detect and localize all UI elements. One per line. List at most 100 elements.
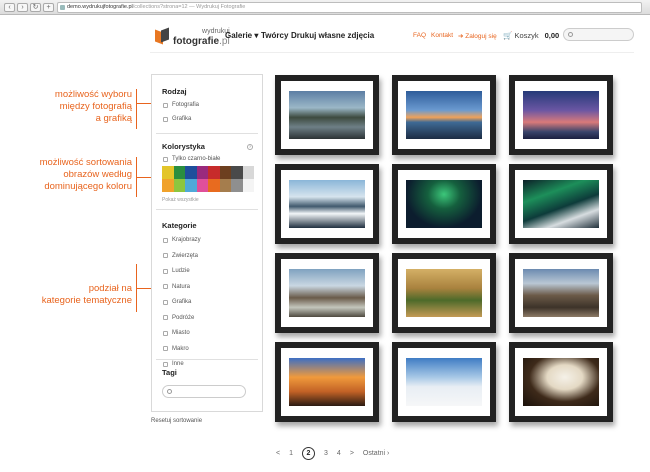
photo-aurora-town[interactable] (406, 180, 482, 228)
category-option[interactable]: Grafika (163, 299, 191, 305)
color-swatch[interactable] (208, 166, 220, 179)
logo-icon (155, 27, 169, 45)
tag-search-input[interactable] (162, 385, 246, 398)
checkbox-icon[interactable] (163, 284, 168, 289)
category-option[interactable]: Krajobrazy (163, 237, 201, 243)
divider (156, 209, 258, 210)
forward-icon[interactable]: › (17, 3, 28, 12)
color-swatch[interactable] (162, 166, 174, 179)
photo-mountain-lake[interactable] (289, 91, 365, 139)
checkbox-icon[interactable] (163, 102, 168, 108)
browser-toolbar: ‹ › ↻ + demo.wydrukujfotografie.pl/colle… (0, 0, 650, 15)
category-option[interactable]: Inne (163, 361, 184, 367)
checkbox-icon[interactable] (163, 253, 168, 258)
address-bar[interactable]: demo.wydrukujfotografie.pl/collections?s… (57, 2, 642, 13)
category-option[interactable]: Makro (163, 346, 189, 352)
next-page-button[interactable]: > (350, 450, 354, 457)
color-swatch[interactable] (208, 179, 220, 192)
framed-print-card[interactable] (509, 75, 613, 155)
show-all-colors-link[interactable]: Pokaż wszystkie (162, 197, 199, 203)
framed-print-card[interactable] (392, 342, 496, 422)
filter-bw[interactable]: Tylko czarno-białe (163, 156, 220, 162)
search-input[interactable] (563, 28, 634, 41)
color-swatch[interactable] (185, 166, 197, 179)
color-swatch[interactable] (242, 179, 254, 192)
back-icon[interactable]: ‹ (4, 3, 15, 12)
page-4[interactable]: 4 (337, 450, 341, 457)
color-swatch[interactable] (242, 166, 254, 179)
color-swatch[interactable] (196, 166, 208, 179)
photo-aurora-peak[interactable] (523, 180, 599, 228)
checkbox-icon[interactable] (163, 116, 168, 122)
nav-gallery[interactable]: Galerie ▾ (225, 31, 258, 40)
color-swatch[interactable] (231, 179, 243, 192)
photo-snow-sled[interactable] (406, 358, 482, 406)
faq-link[interactable]: FAQ (413, 32, 426, 39)
framed-print-card[interactable] (275, 253, 379, 333)
site-logo[interactable]: wydrukuj fotografie.pl (155, 27, 230, 47)
filter-type-graphic[interactable]: Grafika (163, 116, 191, 122)
color-swatch[interactable] (231, 166, 243, 179)
reset-sorting-link[interactable]: Resetuj sortowanie (151, 418, 202, 424)
cart-link[interactable]: 🛒 Koszyk 0,00 (503, 31, 559, 40)
photo-purple-dusk[interactable] (523, 91, 599, 139)
checkbox-icon[interactable] (163, 330, 168, 336)
category-option[interactable]: Podróże (163, 315, 194, 321)
color-swatch[interactable] (196, 179, 208, 192)
prev-page-button[interactable]: < (276, 450, 280, 457)
color-swatch[interactable] (173, 179, 185, 192)
category-option[interactable]: Ludzie (163, 268, 190, 274)
color-swatch[interactable] (185, 179, 197, 192)
contact-link[interactable]: Kontakt (431, 32, 453, 39)
category-option[interactable]: Natura (163, 284, 190, 290)
passe-partout (515, 81, 607, 149)
photo-city-skyline[interactable] (289, 358, 365, 406)
annotation-type: możliwość wyboru między fotografią a grafi… (54, 89, 132, 124)
framed-print-card[interactable] (509, 253, 613, 333)
checkbox-icon[interactable] (163, 299, 168, 305)
photo-cypress-road[interactable] (406, 269, 482, 317)
framed-print-card[interactable] (509, 164, 613, 244)
login-link[interactable]: ➔ Zaloguj się (458, 32, 497, 40)
last-page-button[interactable]: Ostatni › (363, 450, 389, 457)
page-3[interactable]: 3 (324, 450, 328, 457)
category-option[interactable]: Zwierzęta (163, 253, 198, 259)
divider (156, 133, 258, 134)
category-option[interactable]: Miasto (163, 330, 190, 336)
filter-type-photo[interactable]: Fotografia (163, 102, 199, 108)
checkbox-icon[interactable] (163, 237, 168, 243)
photo-tree-branches[interactable] (289, 269, 365, 317)
framed-print-card[interactable] (392, 253, 496, 333)
checkbox-icon[interactable] (163, 156, 168, 162)
photo-window-cat[interactable] (523, 358, 599, 406)
framed-print-card[interactable] (392, 75, 496, 155)
share-icon[interactable]: + (43, 3, 54, 12)
framed-print-card[interactable] (275, 342, 379, 422)
color-swatch[interactable] (162, 179, 174, 192)
color-swatch[interactable] (219, 166, 231, 179)
checkbox-icon[interactable] (163, 315, 168, 320)
color-swatch[interactable] (173, 166, 185, 179)
color-swatch[interactable] (219, 179, 231, 192)
help-icon[interactable]: ? (247, 144, 253, 150)
checkbox-icon[interactable] (163, 346, 168, 351)
photo-ice-shore[interactable] (289, 180, 365, 228)
passe-partout (515, 170, 607, 238)
checkbox-icon[interactable] (163, 361, 168, 367)
framed-print-card[interactable] (509, 342, 613, 422)
checkbox-icon[interactable] (163, 268, 168, 274)
page-1[interactable]: 1 (289, 450, 293, 457)
nav-creators[interactable]: Twórcy (261, 31, 288, 40)
photo-sunset-boat[interactable] (406, 91, 482, 139)
login-icon: ➔ (458, 33, 464, 40)
page-2-current[interactable]: 2 (302, 447, 315, 460)
nav-print[interactable]: Drukuj własne zdjęcia (291, 31, 374, 40)
passe-partout (281, 259, 373, 327)
framed-print-card[interactable] (275, 164, 379, 244)
reload-icon[interactable]: ↻ (30, 3, 41, 12)
framed-print-card[interactable] (392, 164, 496, 244)
annotation-connector (136, 177, 151, 178)
framed-print-card[interactable] (275, 75, 379, 155)
photo-rocky-mountain[interactable] (523, 269, 599, 317)
pagination: < 1 2 3 4 > Ostatni › (276, 447, 389, 460)
